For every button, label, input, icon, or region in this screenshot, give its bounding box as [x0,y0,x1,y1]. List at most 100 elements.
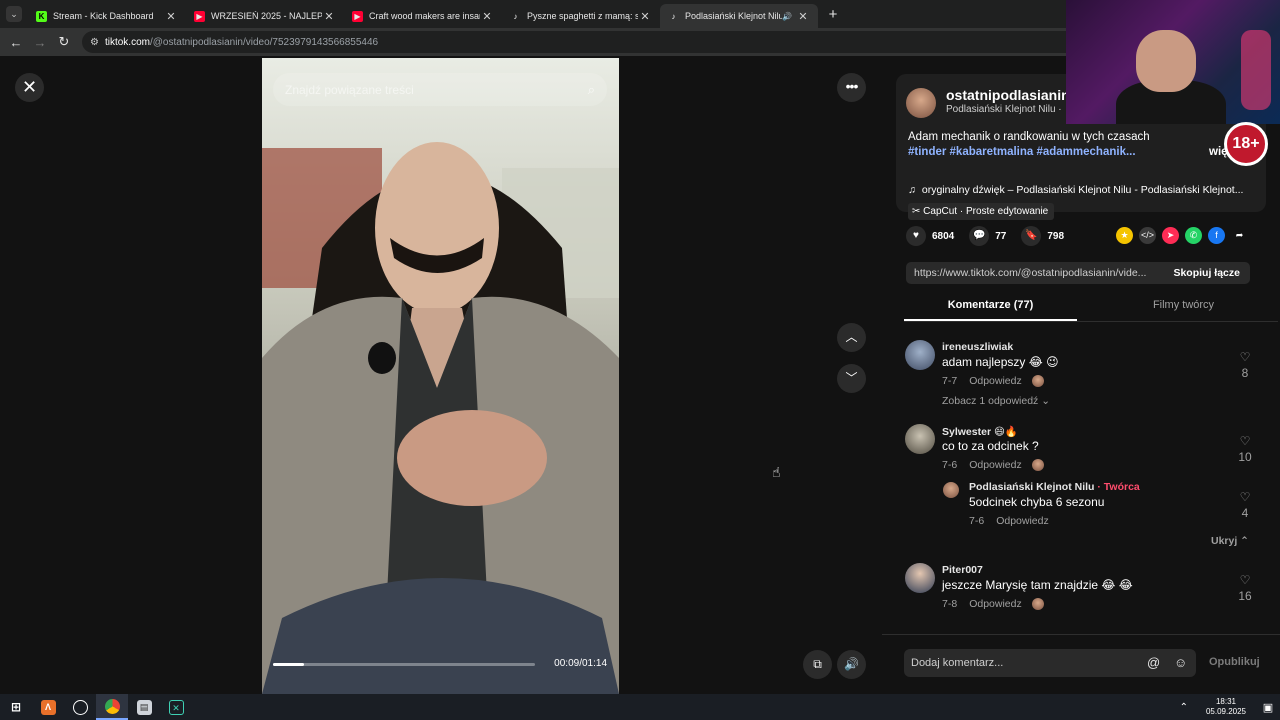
close-tab-icon[interactable]: ✕ [164,10,178,23]
kick-icon: K [36,10,47,22]
comment-avatar[interactable] [905,563,935,593]
chevron-up-icon[interactable]: ⌃ [1180,702,1188,713]
browser-tab-active[interactable]: ♪ Podlasiański Klejnot Nilu (@ 🔊 ✕ [660,4,818,28]
floating-player-button[interactable]: ⧉ [803,650,832,679]
tab-creator-videos[interactable]: Filmy twórcy [1097,288,1270,321]
video-time: 00:09/01:14 [554,658,607,669]
taskbar-app[interactable]: ▤ [128,694,160,720]
creator-avatar[interactable] [906,88,936,118]
post-link[interactable]: https://www.tiktok.com/@ostatnipodlasian… [906,267,1163,279]
reply-avatar[interactable] [943,482,959,498]
comment-like-count: 8 [1241,366,1249,380]
chevron-up-icon: ︿ [845,330,858,344]
close-tab-icon[interactable]: ✕ [322,10,336,23]
facebook-icon[interactable]: f [1208,227,1225,244]
start-button[interactable]: ⊞ [0,694,32,720]
save-button[interactable]: 🔖 798 [1021,226,1064,246]
youtube-icon: ▶ [352,10,363,22]
close-tab-icon[interactable]: ✕ [638,10,652,23]
embed-icon[interactable]: </> [1139,227,1156,244]
close-tab-icon[interactable]: ✕ [796,10,810,23]
music-note-icon: ♫ [908,184,916,196]
creator-username[interactable]: ostatnipodlasianin [946,87,1070,103]
next-video-button[interactable]: ﹀ [837,364,866,393]
reply-username[interactable]: Podlasiański Klejnot Nilu · Twórca [969,481,1140,493]
reply-link[interactable]: Odpowiedz [969,375,1022,387]
browser-tab[interactable]: ▶ WRZESIEŃ 2025 - NAJLEPSZA MUZ ✕ [186,4,344,28]
mention-icon[interactable]: @ [1147,655,1160,670]
clock-date: 05.09.2025 [1205,707,1246,716]
whatsapp-icon[interactable]: ✆ [1185,227,1202,244]
taskbar-app[interactable]: ✕ [160,694,192,720]
age-rating-badge: 18+ [1224,122,1268,166]
repost-icon[interactable]: ★ [1116,227,1133,244]
close-tab-icon[interactable]: ✕ [480,10,494,23]
comment-avatar[interactable] [905,424,935,454]
comment-avatar[interactable] [905,340,935,370]
send-icon[interactable]: ➤ [1162,227,1179,244]
related-search-field[interactable]: Znajdź powiązane treści ⌕ [273,73,607,106]
like-button[interactable]: ♥ 6804 [906,226,954,246]
video-player[interactable]: Znajdź powiązane treści ⌕ 00:09/01:14 [262,58,619,694]
search-icon[interactable]: ⌕ [588,82,595,98]
comment-username[interactable]: ireneuszliwiak [942,341,1013,353]
tab-search-button[interactable]: ⌄ [0,0,28,28]
hide-replies-link[interactable]: Ukryj ⌃ [1211,535,1249,547]
volume-button[interactable]: 🔊 [837,650,866,679]
copy-link-row: https://www.tiktok.com/@ostatnipodlasian… [906,262,1250,284]
comment-button[interactable]: 💬 77 [969,226,1006,246]
site-info-icon[interactable]: ⚙ [90,37,99,48]
tab-title: Podlasiański Klejnot Nilu (@ [685,11,783,21]
forward-arrow-icon[interactable]: → [28,35,52,50]
post-description: Adam mechanik o randkowaniu w tych czasa… [908,130,1228,160]
hashtags[interactable]: #tinder #kabaretmalina #adammechanik... [908,145,1228,160]
comment-heart-icon[interactable]: ♡ [1235,434,1255,448]
browser-tab[interactable]: K Stream - Kick Dashboard ✕ [28,4,186,28]
share-icons: ★ </> ➤ ✆ f ➦ [1116,227,1254,244]
speaker-icon[interactable]: 🔊 [782,12,792,21]
creator-nickname[interactable]: Podlasiański Klejnot Nilu · [946,104,1062,115]
taskbar-app[interactable] [64,694,96,720]
tiktok-icon: ♪ [513,11,518,21]
tab-comments[interactable]: Komentarze (77) [904,288,1077,321]
taskbar-app[interactable]: Λ [32,694,64,720]
share-arrow-icon[interactable]: ➦ [1231,227,1248,244]
browser-tab[interactable]: ▶ Craft wood makers are insane... ✕ [344,4,502,28]
comment-heart-icon[interactable]: ♡ [1235,350,1255,364]
comment-date: 7-6 [942,459,958,471]
close-video-button[interactable]: ✕ [15,73,44,102]
browser-tab[interactable]: ♪ Pyszne spaghetti z mamą: samo ✕ [502,4,660,28]
comment-username[interactable]: Piter007 [942,564,983,576]
reply-link[interactable]: Odpowiedz [996,515,1049,527]
comment-like-count: 10 [1238,450,1252,464]
reply-link[interactable]: Odpowiedz [969,598,1022,610]
clock[interactable]: 18:31 05.09.2025 [1206,697,1246,717]
panel-tabs: Komentarze (77) Filmy twórcy [904,288,1278,322]
more-options-button[interactable]: ••• [837,73,866,102]
emoji-icon[interactable]: ☺ [1174,655,1187,670]
tab-title: Craft wood makers are insane... [369,11,480,21]
back-arrow-icon[interactable]: ← [4,35,28,50]
post-comment-button[interactable]: Opublikuj [1209,656,1260,668]
copy-link-button[interactable]: Skopiuj łącze [1163,267,1250,279]
url-field[interactable]: ⚙ tiktok.com /@ostatnipodlasianin/video/… [82,31,1082,53]
previous-video-button[interactable]: ︿ [837,323,866,352]
comment-meta: 7-7 Odpowiedz [942,375,1044,388]
reload-icon[interactable]: ↻ [52,34,76,50]
comment-like-count: 4 [1241,506,1249,520]
comment-item: Sylwester 😄🔥 co to za odcinek ? 7-6 Odpow… [905,424,1255,474]
new-tab-button[interactable]: + [822,6,844,23]
comment-heart-icon[interactable]: ♡ [1235,490,1255,504]
tab-title: Pyszne spaghetti z mamą: samo [527,11,638,21]
video-progress-bar[interactable] [273,663,535,666]
comment-username[interactable]: Sylwester 😄🔥 [942,425,1018,438]
notification-icon[interactable]: ▣ [1256,701,1280,714]
sound-link[interactable]: ♫ oryginalny dźwięk – Podlasiański Klejno… [908,184,1243,196]
reply-link[interactable]: Odpowiedz [969,459,1022,471]
taskbar-app-chrome[interactable] [96,694,128,720]
tiktok-icon: ♪ [671,11,676,21]
url-host: tiktok.com [104,36,150,48]
view-replies-link[interactable]: Zobacz 1 odpowiedź ⌄ [942,395,1050,407]
capcut-badge[interactable]: ✂ CapCut · Proste edytowanie [908,203,1055,220]
comment-heart-icon[interactable]: ♡ [1235,573,1255,587]
